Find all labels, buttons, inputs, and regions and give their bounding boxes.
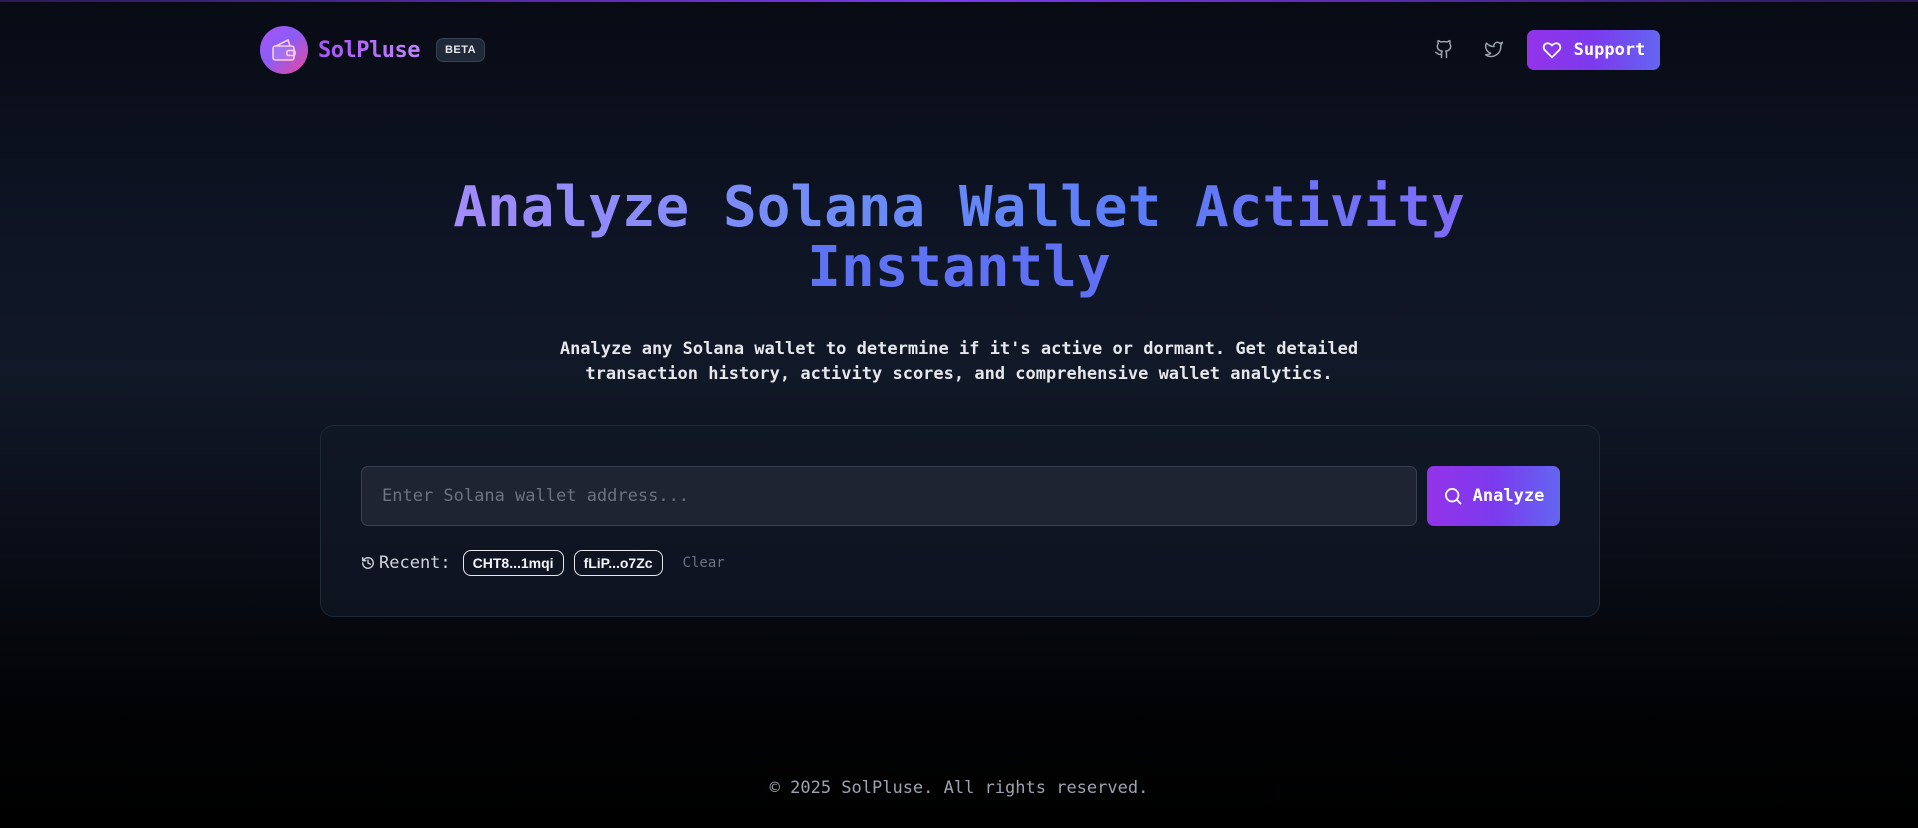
subtitle-line-2: transaction history, activity scores, an…	[585, 364, 1333, 384]
top-accent-line	[0, 0, 1918, 2]
beta-badge: BETA	[435, 38, 486, 62]
clear-recent-button[interactable]: Clear	[683, 555, 725, 571]
title-line-1: Analyze Solana Wallet Activity	[0, 178, 1918, 238]
search-card: Analyze Recent: CHT8...1mqi fLiP...o7Zc …	[320, 425, 1600, 617]
analyze-button[interactable]: Analyze	[1427, 466, 1560, 526]
wallet-address-input[interactable]	[361, 466, 1417, 526]
logo[interactable]: SolPluse BETA	[260, 26, 486, 74]
heart-icon	[1542, 41, 1562, 59]
github-icon[interactable]	[1431, 36, 1457, 62]
history-icon	[361, 556, 375, 570]
page-subtitle: Analyze any Solana wallet to determine i…	[0, 337, 1918, 387]
support-button[interactable]: Support	[1527, 30, 1660, 70]
title-line-2: Instantly	[0, 238, 1918, 298]
footer-copyright: © 2025 SolPluse. All rights reserved.	[769, 778, 1149, 798]
recent-searches: Recent: CHT8...1mqi fLiP...o7Zc Clear	[361, 550, 725, 576]
recent-label: Recent:	[379, 553, 451, 573]
subtitle-line-1: Analyze any Solana wallet to determine i…	[559, 339, 1359, 359]
page-title: Analyze Solana Wallet Activity Instantly	[0, 178, 1918, 298]
recent-address-chip[interactable]: CHT8...1mqi	[462, 550, 564, 576]
search-icon	[1443, 486, 1463, 506]
analyze-label: Analyze	[1472, 486, 1545, 506]
support-label: Support	[1573, 40, 1646, 60]
wallet-icon	[260, 26, 308, 74]
twitter-icon[interactable]	[1481, 36, 1507, 62]
brand-name: SolPluse	[318, 37, 420, 63]
recent-address-chip[interactable]: fLiP...o7Zc	[573, 550, 663, 576]
